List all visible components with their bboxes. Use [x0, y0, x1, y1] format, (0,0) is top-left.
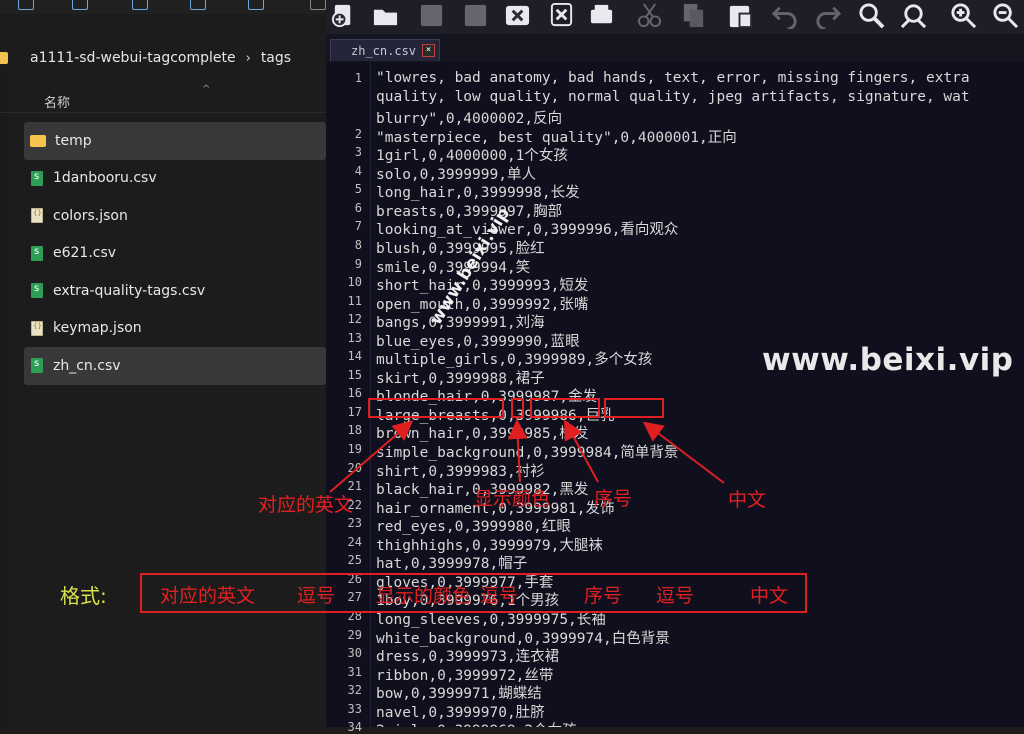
format-item: 中文: [750, 585, 789, 607]
label-color: 显示颜色: [474, 488, 551, 510]
label-index: 序号: [594, 488, 633, 510]
format-item: 显示的颜色: [376, 585, 472, 607]
format-item: 对应的英文: [160, 585, 256, 607]
format-label: 格式:: [60, 584, 107, 608]
arrow-index: [564, 419, 599, 483]
format-item: 逗号: [656, 585, 695, 607]
arrow-english: [329, 420, 414, 493]
label-english: 对应的英文: [258, 494, 354, 516]
format-item: 序号: [584, 585, 623, 607]
format-item: 逗号: [297, 585, 336, 607]
watermark: www.beixi.vip: [762, 342, 1014, 378]
label-chinese: 中文: [728, 489, 767, 511]
format-item: 逗号: [480, 585, 519, 607]
arrow-color: [507, 419, 528, 483]
arrow-chinese: [642, 421, 725, 484]
